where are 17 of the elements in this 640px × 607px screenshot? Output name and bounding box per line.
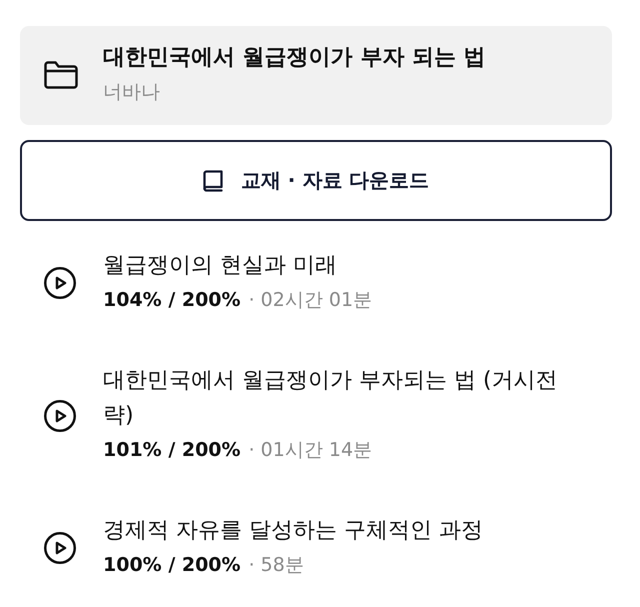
- lecture-title[interactable]: 경제적 자유를 달성하는 구체적인 과정: [103, 513, 572, 548]
- progress-text: 101% / 200%: [103, 438, 241, 463]
- progress-text: 104% / 200%: [103, 288, 241, 313]
- course-title: 대한민국에서 월급쟁이가 부자 되는 법: [103, 44, 486, 72]
- download-button[interactable]: 교재 · 자료 다운로드: [20, 140, 612, 221]
- folder-icon: [44, 61, 78, 89]
- lecture-title[interactable]: 대한민국에서 월급쟁이가 부자되는 법 (거시전략): [103, 363, 572, 433]
- duration-text: · 58분: [248, 553, 304, 578]
- author-name: 너바나: [103, 80, 161, 105]
- play-icon[interactable]: [44, 267, 76, 299]
- progress-text: 100% / 200%: [103, 553, 241, 578]
- play-icon[interactable]: [44, 532, 76, 564]
- duration-text: · 02시간 01분: [248, 288, 372, 313]
- play-icon[interactable]: [44, 400, 76, 432]
- lecture-title[interactable]: 월급쟁이의 현실과 미래: [103, 248, 572, 283]
- duration-text: · 01시간 14분: [248, 438, 372, 463]
- book-icon: [202, 170, 223, 192]
